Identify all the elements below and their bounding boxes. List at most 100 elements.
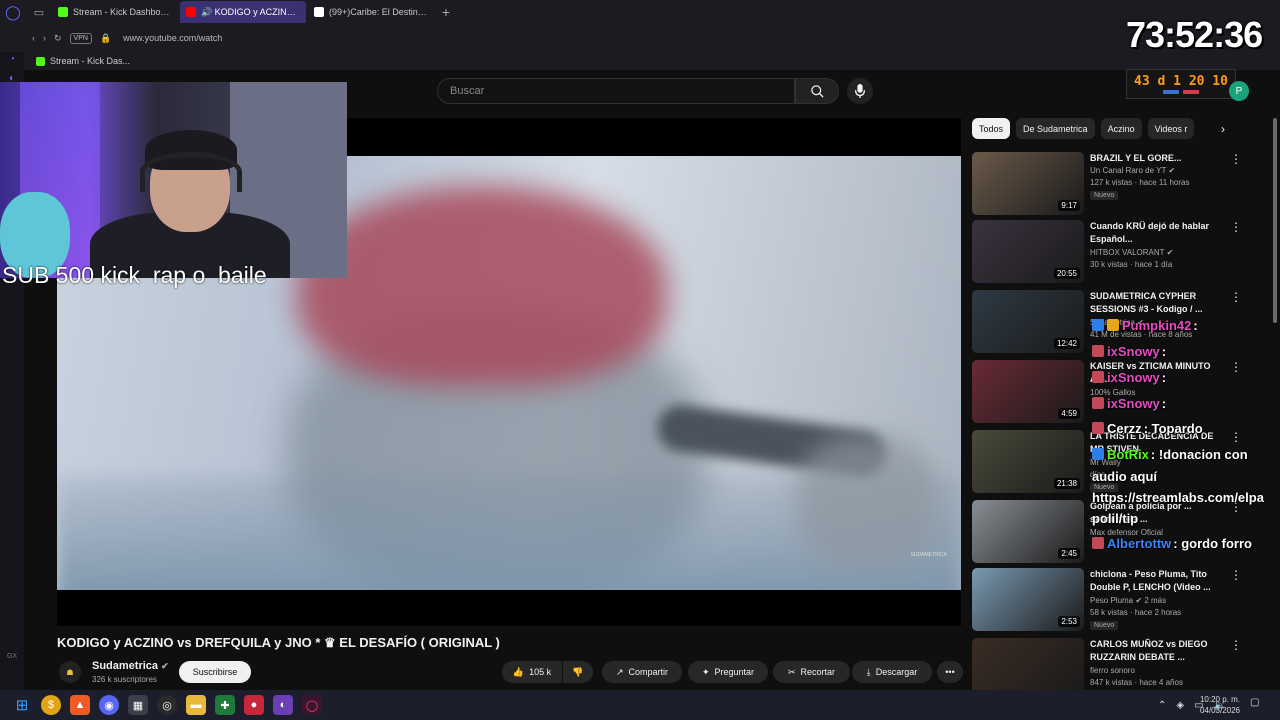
brave-browser-icon[interactable]: ▲ — [70, 695, 90, 715]
store-icon[interactable]: ▦ — [128, 695, 148, 715]
forward-icon[interactable]: › — [43, 33, 46, 43]
location-icon[interactable]: ◈ — [1176, 700, 1184, 711]
recommendation-item[interactable]: 2:53 chiclona - Peso Pluma, Tito Double P… — [972, 568, 1272, 632]
recommendation-item[interactable]: 9:17 BRAZIL Y EL GORE... Un Canal Raro de … — [972, 152, 1272, 216]
chat-text: : — [1161, 344, 1167, 359]
channel-text: HITBOX VALORANT — [1090, 248, 1165, 257]
recommendation-item[interactable]: 2:45 Golpean a policía por ... señor de l… — [972, 500, 1272, 564]
more-vertical-icon[interactable]: ⋮ — [1230, 638, 1242, 652]
video-duration: 2:45 — [1058, 548, 1080, 559]
opera-logo-icon[interactable]: ◯ — [0, 0, 26, 24]
scissors-icon: ✂ — [787, 666, 796, 677]
recommendation-title[interactable]: Cuando KRÜ dejó de hablar Español... — [1090, 220, 1214, 246]
channel-text: Un Canal Raro de YT — [1090, 166, 1167, 175]
recommendation-item[interactable]: 21:38 LA TRISTE DECADENCIA DE MR STIVEN Mr… — [972, 430, 1272, 494]
recommendation-title[interactable]: BRAZIL Y EL GORE... — [1090, 152, 1214, 165]
chat-badge-icon — [1092, 371, 1104, 383]
profile-avatar[interactable]: P — [1229, 81, 1249, 101]
voice-search-button[interactable] — [847, 78, 873, 104]
like-button[interactable]: 👍 105 k — [502, 661, 562, 683]
subscribe-button[interactable]: Suscribirse — [179, 661, 251, 683]
gx-label: GX — [6, 653, 18, 660]
video-thumbnail[interactable]: 21:38 — [972, 430, 1084, 493]
chat-message: ixSnowy: — [1092, 370, 1280, 385]
bookmarks-bar: Stream - Kick Das... — [0, 52, 1280, 70]
chat-message: Albertottw: gordo forro — [1092, 536, 1280, 551]
chevron-up-icon[interactable]: ⌃ — [1158, 700, 1166, 711]
url-field[interactable]: www.youtube.com/watch — [123, 33, 222, 43]
chat-message: https://streamlabs.com/elpa — [1092, 490, 1280, 505]
recommendation-channel[interactable]: HITBOX VALORANT ✔ — [1090, 248, 1220, 257]
webcam-overlay — [0, 82, 347, 278]
file-explorer-icon[interactable]: ▬ — [186, 695, 206, 715]
more-vertical-icon[interactable]: ⋮ — [1230, 152, 1242, 166]
more-vertical-icon[interactable]: ⋮ — [1230, 220, 1242, 234]
verified-icon: ✔ — [1135, 596, 1143, 605]
chip-de-sudametrica[interactable]: De Sudametrica — [1016, 118, 1095, 139]
more-actions-button[interactable]: ••• — [937, 661, 963, 683]
game-controller-icon[interactable]: ✚ — [215, 695, 235, 715]
discord-icon[interactable]: ◉ — [99, 695, 119, 715]
tab-kick-dashboard[interactable]: Stream - Kick Dashboard — [52, 1, 178, 23]
bookmark-kick[interactable]: Stream - Kick Das... — [50, 56, 130, 66]
streamlabs-icon[interactable]: ◐ — [273, 695, 293, 715]
download-button[interactable]: ⤓ Descargar — [852, 661, 932, 683]
recommendation-item[interactable]: 20:55 Cuando KRÜ dejó de hablar Español..… — [972, 220, 1272, 284]
clip-button[interactable]: ✂ Recortar — [773, 661, 850, 683]
address-bar: ‹ › ↻ VPN 🔒 www.youtube.com/watch — [0, 24, 1280, 52]
channel-extra: 2 más — [1144, 596, 1167, 605]
tab-islands-icon[interactable]: ▭ — [26, 0, 52, 24]
obs-icon[interactable]: ◎ — [157, 695, 177, 715]
screen: ◯ ▭ Stream - Kick Dashboard 🔊 KODIGO y A… — [0, 0, 1280, 720]
opera-gx-icon[interactable]: ◯ — [302, 695, 322, 715]
scrollbar[interactable] — [1273, 118, 1277, 323]
vpn-badge[interactable]: VPN — [69, 32, 92, 44]
search-button[interactable] — [795, 78, 839, 104]
thumbs-up-icon: 👍 — [512, 666, 525, 677]
recommendation-title[interactable]: chiclona - Peso Pluma, Tito Double P, LE… — [1090, 568, 1214, 594]
video-thumbnail[interactable]: 9:17 — [972, 152, 1084, 215]
chip-todos[interactable]: Todos — [972, 118, 1011, 139]
dislike-button[interactable]: 👎 — [563, 661, 593, 683]
video-thumbnail[interactable]: 2:53 — [972, 568, 1084, 631]
channel-name-text: Sudametrica — [92, 660, 159, 672]
new-badge: Nuevo — [1090, 621, 1119, 630]
chat-badge-icon — [1092, 422, 1104, 434]
back-icon[interactable]: ‹ — [32, 33, 35, 43]
search-input[interactable]: Buscar — [437, 78, 795, 104]
chat-text: : gordo forro — [1173, 536, 1252, 551]
recommendation-title[interactable]: SUDAMETRICA CYPHER SESSIONS #3 - Kodigo … — [1090, 290, 1214, 316]
recommendation-title[interactable]: CARLOS MUÑOZ vs DIEGO RUZZARIN DEBATE ..… — [1090, 638, 1214, 664]
chevron-right-icon[interactable]: › — [1214, 121, 1232, 137]
red-app-icon[interactable]: ● — [244, 695, 264, 715]
chat-message: BotRix: !donacion con — [1092, 447, 1280, 462]
share-label: Compartir — [628, 667, 669, 677]
notification-icon[interactable]: ▢ — [1250, 697, 1266, 713]
kick-favicon-icon — [36, 56, 45, 66]
video-thumbnail[interactable]: 12:42 — [972, 290, 1084, 353]
recommendation-channel[interactable]: Peso Pluma ✔ 2 más — [1090, 596, 1220, 605]
ask-button[interactable]: ✦ Preguntar — [688, 661, 768, 683]
tab-tiktok[interactable]: (99+)Caribe: El Destino Pe — [308, 1, 434, 23]
reload-icon[interactable]: ↻ — [54, 33, 62, 44]
chip-aczino[interactable]: Aczino — [1100, 118, 1142, 139]
history-icon[interactable]: ◔ — [9, 54, 15, 65]
video-thumbnail[interactable]: 20:55 — [972, 220, 1084, 283]
system-clock[interactable]: 10:20 p. m. 04/03/2026 — [1200, 694, 1240, 716]
tab-youtube-video[interactable]: 🔊 KODIGO y ACZINO vs — [180, 1, 306, 23]
channel-name[interactable]: Sudametrica ✔ — [92, 660, 169, 672]
windows-start-icon[interactable]: ⊞ — [12, 695, 32, 715]
share-button[interactable]: ↗ Compartir — [602, 661, 682, 683]
recommendation-channel[interactable]: Un Canal Raro de YT ✔ — [1090, 166, 1220, 175]
video-thumbnail[interactable]: 4:59 — [972, 360, 1084, 423]
more-vertical-icon[interactable]: ⋮ — [1230, 568, 1242, 582]
new-tab-icon[interactable]: + — [436, 2, 456, 22]
chip-videos[interactable]: Videos r — [1147, 118, 1194, 139]
video-thumbnail[interactable]: 2:45 — [972, 500, 1084, 563]
coin-app-icon[interactable]: $ — [41, 695, 61, 715]
more-vertical-icon[interactable]: ⋮ — [1230, 290, 1242, 304]
recommendation-channel[interactable]: fierro sonoro — [1090, 666, 1220, 675]
subscriber-count: 326 k suscriptores — [92, 675, 157, 684]
clock-date: 04/03/2026 — [1199, 706, 1240, 715]
channel-avatar[interactable]: ☗ — [59, 661, 81, 683]
